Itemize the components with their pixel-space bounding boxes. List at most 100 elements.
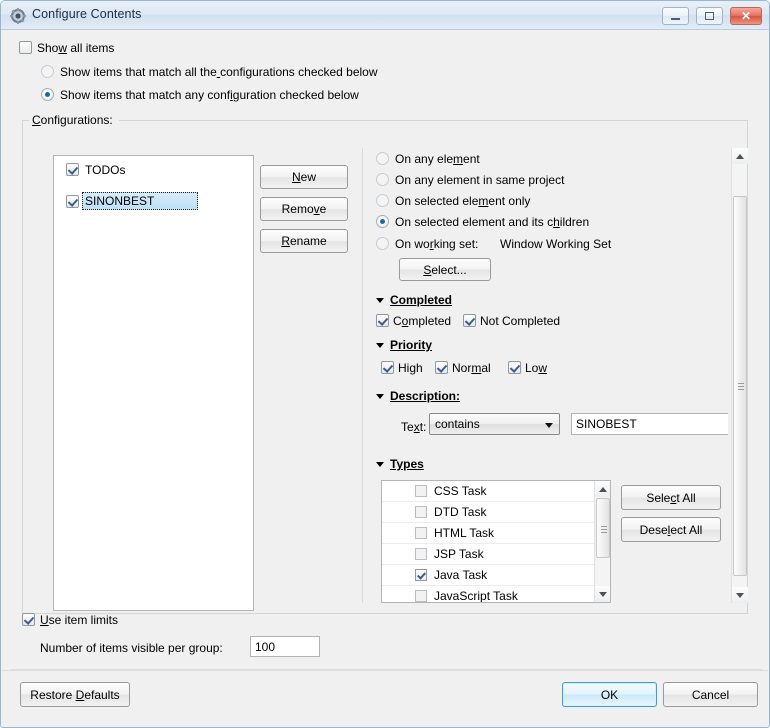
types-scrollbar[interactable] (594, 481, 610, 602)
restore-defaults-label: Restore Defaults (30, 687, 120, 702)
scope-working-set-radio[interactable] (376, 237, 389, 250)
completed-checkbox-label: Completed (393, 314, 452, 328)
scope-selected-element-only-label: On selected element only (395, 194, 531, 208)
panel-scrollbar[interactable] (731, 148, 748, 603)
types-expander-icon[interactable] (376, 462, 384, 467)
type-label: JSP Task (434, 547, 484, 561)
dialog-footer: Restore Defaults OK Cancel (2, 670, 768, 727)
select-all-button[interactable]: Select All (621, 485, 721, 510)
description-expander-icon[interactable] (376, 394, 384, 399)
restore-defaults-button[interactable]: Restore Defaults (20, 682, 130, 707)
type-label: CSS Task (434, 484, 487, 498)
priority-section-title: Priority (390, 338, 433, 352)
close-icon: ✕ (740, 9, 752, 23)
type-label: JavaScript Task (434, 589, 518, 603)
type-label: HTML Task (434, 526, 495, 540)
completed-expander-icon[interactable] (376, 298, 384, 303)
new-button[interactable]: New (260, 165, 348, 189)
use-item-limits-label: Use item limits (40, 613, 119, 627)
configure-contents-dialog: Configure Contents ✕ Show all items Show… (0, 0, 770, 728)
list-item[interactable]: JavaScript Task (382, 586, 610, 603)
scope-selected-and-children-radio[interactable] (376, 215, 389, 228)
type-checkbox[interactable] (415, 527, 427, 539)
priority-low-checkbox[interactable] (508, 361, 521, 374)
number-of-items-label: Number of items visible per group: (40, 641, 223, 655)
type-checkbox[interactable] (415, 590, 427, 602)
not-completed-checkbox[interactable] (463, 314, 476, 327)
number-of-items-input[interactable]: 100 (250, 636, 320, 657)
description-text-label: Text: (401, 420, 427, 434)
list-item[interactable]: CSS Task (382, 481, 610, 502)
window-title: Configure Contents (32, 7, 142, 21)
type-checkbox[interactable] (415, 485, 427, 497)
types-section-title: Types (390, 457, 424, 471)
completed-checkbox[interactable] (376, 314, 389, 327)
configurations-list[interactable]: TODOs SINONBEST (53, 155, 254, 611)
type-checkbox[interactable] (415, 506, 427, 518)
match-any-label: Show items that match any configuration … (60, 88, 359, 102)
deselect-all-label: Deselect All (639, 522, 703, 537)
config-item-checkbox[interactable] (66, 195, 79, 208)
config-item-checkbox[interactable] (66, 163, 79, 176)
list-item[interactable]: Java Task (382, 565, 610, 586)
types-list[interactable]: CSS Task DTD Task HTML Task JSP Task Jav… (381, 480, 611, 603)
maximize-icon (697, 8, 722, 24)
filter-settings-panel: On any element On any element in same pr… (368, 148, 728, 603)
minimize-icon (663, 8, 688, 24)
scroll-down-icon[interactable] (732, 587, 748, 603)
scroll-down-icon[interactable] (595, 586, 610, 602)
rename-button[interactable]: Rename (260, 229, 348, 253)
list-item[interactable]: JSP Task (382, 544, 610, 565)
list-item[interactable]: HTML Task (382, 523, 610, 544)
minimize-button[interactable] (662, 7, 689, 25)
panel-scrollbar-thumb[interactable] (733, 196, 747, 576)
priority-expander-icon[interactable] (376, 343, 384, 348)
cancel-button[interactable]: Cancel (663, 682, 758, 707)
select-working-set-button[interactable]: Select... (399, 258, 491, 281)
priority-high-label: High (398, 361, 423, 375)
deselect-all-button[interactable]: Deselect All (621, 517, 721, 542)
match-all-radio[interactable] (41, 65, 54, 78)
match-any-radio[interactable] (41, 88, 54, 101)
maximize-button[interactable] (696, 7, 723, 25)
list-item[interactable]: TODOs (54, 156, 253, 180)
description-text-input[interactable]: SINOBEST (571, 413, 728, 435)
remove-button-label: Remove (281, 202, 327, 216)
scope-any-element-same-project-radio[interactable] (376, 173, 389, 186)
list-item[interactable]: SINONBEST (54, 192, 253, 212)
config-rename-input[interactable]: SINONBEST (82, 192, 198, 210)
title-bar: Configure Contents ✕ (1, 1, 769, 30)
type-label: Java Task (434, 568, 488, 582)
ok-button[interactable]: OK (562, 682, 657, 707)
scroll-up-icon[interactable] (732, 148, 748, 164)
scope-selected-and-children-label: On selected element and its children (395, 215, 590, 229)
description-section-title: Description: (390, 389, 461, 403)
description-operator-select[interactable]: contains (429, 413, 560, 435)
scroll-up-icon[interactable] (595, 481, 610, 497)
select-all-label: Select All (646, 490, 696, 505)
completed-section-title: Completed (390, 293, 453, 307)
scope-any-element-radio[interactable] (376, 152, 389, 165)
use-item-limits-checkbox[interactable] (22, 613, 35, 626)
gear-icon (10, 8, 26, 24)
close-button[interactable]: ✕ (730, 7, 762, 25)
remove-button[interactable]: Remove (260, 197, 348, 221)
chevron-down-icon (545, 423, 553, 428)
rename-button-label: Rename (281, 234, 327, 248)
list-item[interactable]: DTD Task (382, 502, 610, 523)
show-all-items-checkbox[interactable] (19, 41, 32, 54)
pane-divider (362, 148, 363, 603)
types-scrollbar-thumb[interactable] (596, 498, 610, 558)
priority-normal-label: Normal (452, 361, 491, 375)
config-item-label: TODOs (85, 163, 126, 177)
cancel-label: Cancel (691, 687, 730, 702)
type-checkbox[interactable] (415, 548, 427, 560)
description-operator-value: contains (435, 417, 480, 431)
priority-normal-checkbox[interactable] (435, 361, 448, 374)
ok-label: OK (600, 687, 619, 702)
priority-high-checkbox[interactable] (381, 361, 394, 374)
type-checkbox[interactable] (415, 569, 427, 581)
scope-selected-element-only-radio[interactable] (376, 194, 389, 207)
type-label: DTD Task (434, 505, 487, 519)
dialog-body: Show all items Show items that match all… (2, 30, 768, 670)
